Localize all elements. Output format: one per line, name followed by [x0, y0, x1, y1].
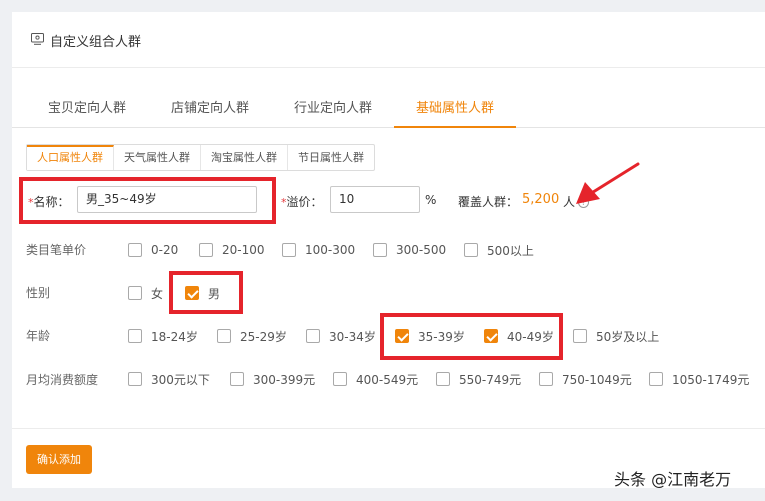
- age-option-18-24[interactable]: 18-24岁: [128, 328, 198, 344]
- red-arrow-icon: [576, 162, 640, 204]
- page-title: 自定义组合人群: [50, 35, 142, 50]
- spending-option-300-399[interactable]: 300-399元: [230, 371, 315, 387]
- premium-unit: %: [425, 193, 437, 207]
- tab-basic-attribute-audience[interactable]: 基础属性人群: [394, 89, 516, 128]
- checkbox[interactable]: [128, 372, 142, 386]
- highlight-box-gender: [169, 271, 243, 314]
- checkbox[interactable]: [436, 372, 450, 386]
- checkbox[interactable]: [128, 329, 142, 343]
- gender-row-label: 性别: [26, 286, 51, 300]
- checkbox[interactable]: [573, 329, 587, 343]
- subtab-weather[interactable]: 天气属性人群: [114, 145, 201, 170]
- price-row-label: 类目笔单价: [26, 243, 87, 257]
- footer-divider: [12, 428, 765, 429]
- spending-option-below-300[interactable]: 300元以下: [128, 371, 210, 387]
- age-row-label: 年龄: [26, 329, 51, 343]
- subtab-taobao[interactable]: 淘宝属性人群: [201, 145, 288, 170]
- price-option-100-300[interactable]: 100-300: [282, 242, 355, 258]
- checkbox[interactable]: [128, 243, 142, 257]
- age-option-25-29[interactable]: 25-29岁: [217, 328, 287, 344]
- price-option-20-100[interactable]: 20-100: [199, 242, 265, 258]
- checkbox[interactable]: [333, 372, 347, 386]
- premium-label: *溢价：: [281, 195, 323, 209]
- audience-tabs: 宝贝定向人群 店铺定向人群 行业定向人群 基础属性人群: [12, 89, 765, 128]
- confirm-add-button[interactable]: 确认添加: [26, 445, 92, 474]
- subtab-demographic[interactable]: 人口属性人群: [27, 145, 114, 170]
- highlight-box-name: [19, 177, 276, 224]
- price-option-0-20[interactable]: 0-20: [128, 242, 178, 258]
- spending-row-label: 月均消费额度: [26, 373, 99, 387]
- age-option-30-34[interactable]: 30-34岁: [306, 328, 376, 344]
- spending-option-400-549[interactable]: 400-549元: [333, 371, 418, 387]
- checkbox[interactable]: [306, 329, 320, 343]
- checkbox[interactable]: [199, 243, 213, 257]
- monitor-icon: [31, 33, 44, 45]
- checkbox[interactable]: [373, 243, 387, 257]
- tab-item-audience[interactable]: 宝贝定向人群: [32, 89, 142, 128]
- checkbox[interactable]: [128, 286, 142, 300]
- tab-industry-audience[interactable]: 行业定向人群: [278, 89, 388, 128]
- checkbox[interactable]: [464, 243, 478, 257]
- checkbox[interactable]: [539, 372, 553, 386]
- spending-option-550-749[interactable]: 550-749元: [436, 371, 521, 387]
- panel-header: 自定义组合人群: [12, 12, 765, 68]
- subtab-holiday[interactable]: 节日属性人群: [288, 145, 374, 170]
- attribute-subtabs: 人口属性人群 天气属性人群 淘宝属性人群 节日属性人群: [26, 144, 375, 171]
- age-option-50-plus[interactable]: 50岁及以上: [573, 328, 659, 344]
- gender-option-female[interactable]: 女: [128, 285, 163, 301]
- premium-input[interactable]: 10: [330, 186, 420, 213]
- checkbox[interactable]: [217, 329, 231, 343]
- checkbox[interactable]: [649, 372, 663, 386]
- spending-option-1050-1749[interactable]: 1050-1749元: [649, 371, 749, 387]
- watermark-text: 头条 @江南老万: [614, 470, 732, 489]
- checkbox[interactable]: [282, 243, 296, 257]
- price-option-300-500[interactable]: 300-500: [373, 242, 446, 258]
- spending-option-750-1049[interactable]: 750-1049元: [539, 371, 632, 387]
- price-option-500-plus[interactable]: 500以上: [464, 242, 534, 258]
- coverage-label: 覆盖人群：: [458, 195, 519, 209]
- tab-shop-audience[interactable]: 店铺定向人群: [155, 89, 265, 128]
- coverage-value: 5,200: [522, 192, 560, 207]
- checkbox[interactable]: [230, 372, 244, 386]
- custom-audience-panel: 自定义组合人群 宝贝定向人群 店铺定向人群 行业定向人群 基础属性人群 人口属性…: [12, 12, 765, 488]
- highlight-box-age: [380, 313, 563, 360]
